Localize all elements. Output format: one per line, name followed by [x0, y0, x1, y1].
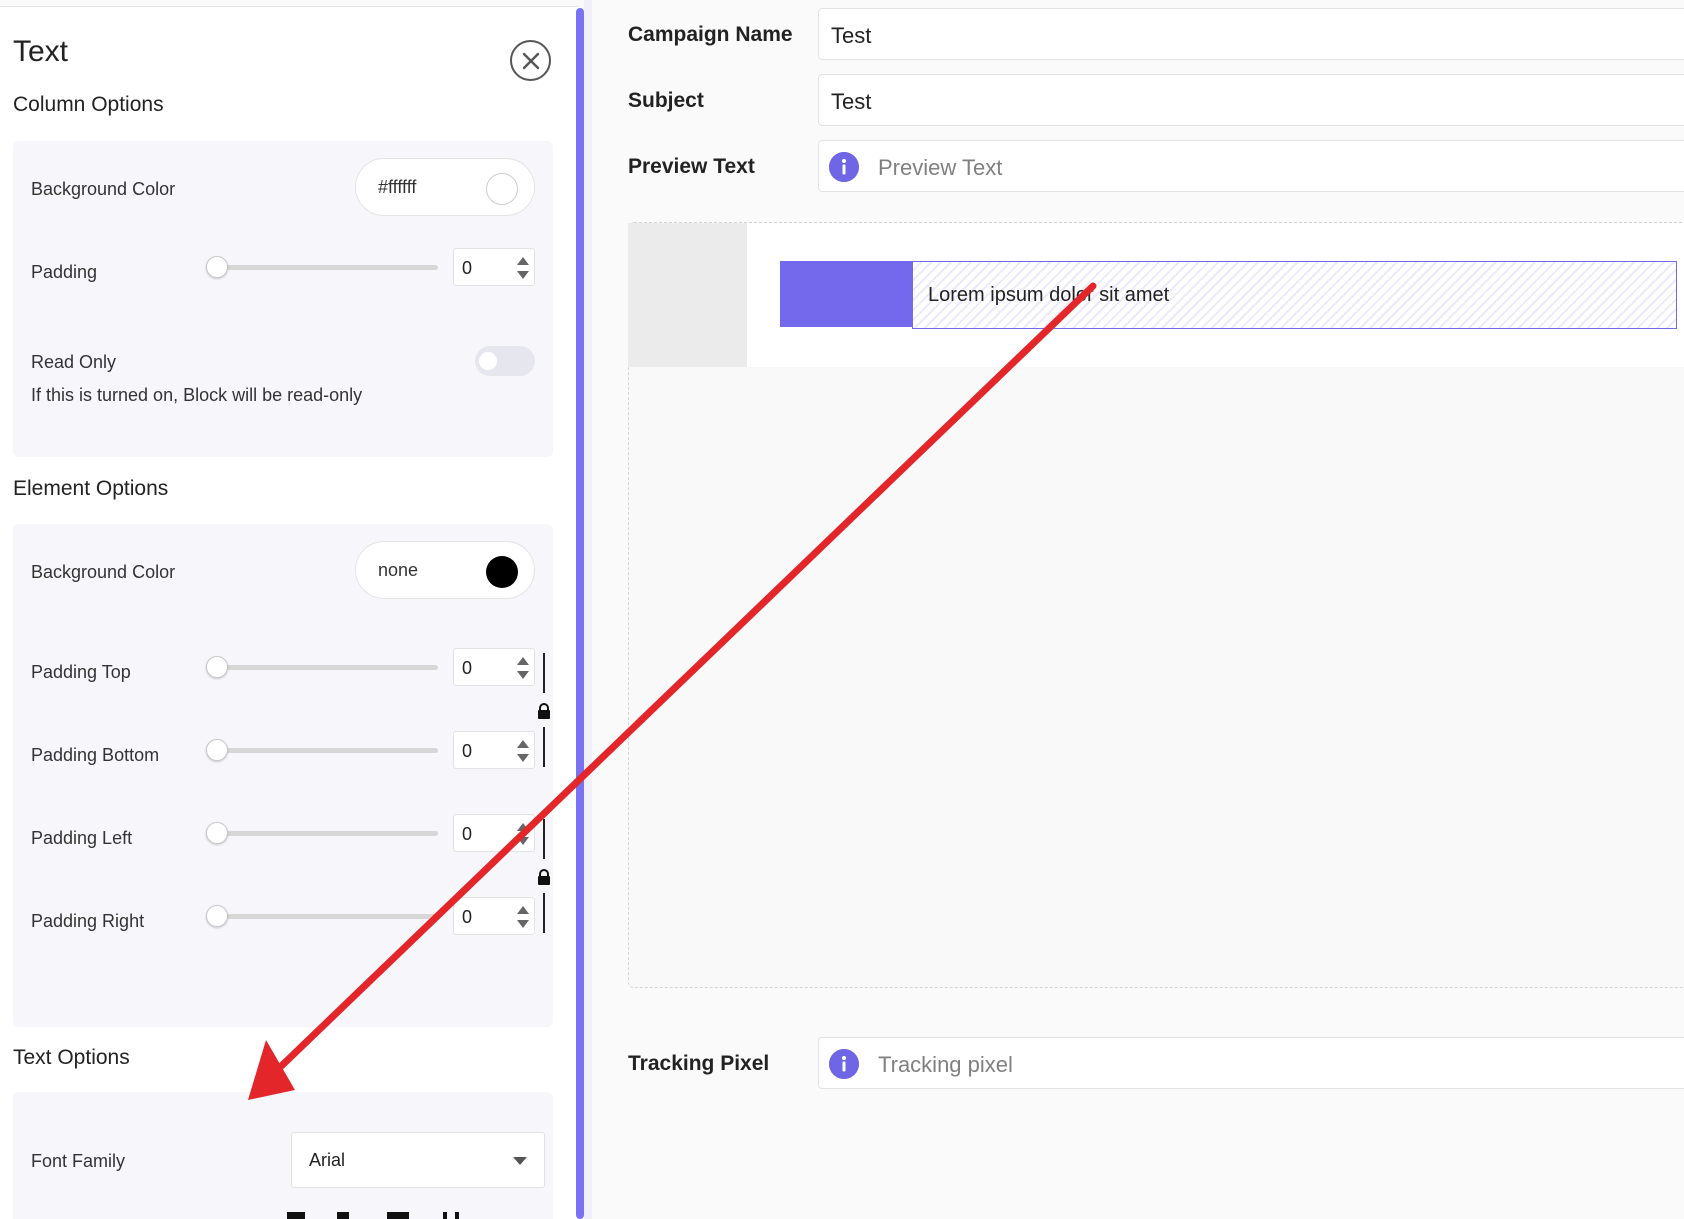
preview-text-placeholder: Preview Text [878, 155, 1003, 180]
column-padding-label: Padding [31, 262, 98, 282]
element-options-title: Element Options [13, 477, 169, 500]
subject-value: Test [831, 89, 872, 114]
padding-top-input[interactable]: 0 [453, 648, 535, 686]
element-bg-color-value: none [378, 560, 419, 580]
element-options-card: Background Color none Padding Top 0 Padd… [13, 524, 553, 1027]
spinner-arrows-icon[interactable] [516, 904, 530, 930]
element-selection-handle[interactable] [780, 261, 912, 327]
padding-right-value: 0 [462, 907, 473, 927]
campaign-name-label: Campaign Name [628, 23, 793, 46]
column-bg-color-value: #ffffff [378, 177, 417, 197]
strikethrough-icon [387, 1212, 409, 1219]
padding-top-slider[interactable] [206, 656, 438, 678]
panel-resize-handle[interactable] [576, 8, 584, 1219]
subject-label: Subject [628, 89, 704, 112]
slider-thumb[interactable] [206, 256, 228, 278]
text-format-toolbar [287, 1212, 459, 1219]
panel-title: Text [13, 35, 69, 68]
slider-track [206, 914, 438, 919]
slider-track [206, 748, 438, 753]
preview-text-input[interactable]: Preview Text [818, 140, 1684, 192]
tracking-pixel-input[interactable]: Tracking pixel [818, 1037, 1684, 1089]
padding-bottom-slider[interactable] [206, 739, 438, 761]
text-block-content: Lorem ipsum dolor sit amet [928, 284, 1170, 306]
subject-input[interactable]: Test [818, 74, 1684, 126]
lock-icon[interactable] [536, 869, 552, 885]
padding-top-value: 0 [462, 658, 473, 678]
read-only-toggle[interactable] [475, 346, 535, 376]
link-line [543, 727, 545, 767]
font-family-select[interactable]: Arial [291, 1132, 545, 1188]
slider-thumb[interactable] [206, 905, 228, 927]
slider-track [206, 665, 438, 670]
read-only-hint: If this is turned on, Block will be read… [31, 385, 363, 405]
campaign-name-input[interactable]: Test [818, 8, 1684, 60]
selected-text-block[interactable]: Lorem ipsum dolor sit amet [912, 261, 1677, 329]
slider-thumb[interactable] [206, 656, 228, 678]
empty-column[interactable] [628, 223, 747, 367]
panel-divider-shade [584, 0, 592, 1219]
column-bg-color-picker[interactable]: #ffffff [355, 158, 535, 216]
bold-icon [287, 1212, 305, 1219]
read-only-label: Read Only [31, 352, 117, 372]
column-bg-color-swatch[interactable] [486, 173, 518, 205]
link-line [543, 819, 545, 859]
font-family-value: Arial [309, 1150, 346, 1170]
element-bg-color-label: Background Color [31, 562, 176, 582]
underline-icon [443, 1212, 447, 1219]
slider-track [206, 831, 438, 836]
padding-bottom-input[interactable]: 0 [453, 731, 535, 769]
campaign-name-value: Test [831, 23, 872, 48]
close-icon [522, 52, 539, 69]
padding-bottom-value: 0 [462, 741, 473, 761]
element-bg-color-picker[interactable]: none [355, 541, 535, 599]
slider-thumb[interactable] [206, 739, 228, 761]
column-padding-slider[interactable] [206, 256, 438, 278]
editor-screen: Text Column Options Background Color #ff… [0, 0, 1684, 1219]
padding-right-slider[interactable] [206, 905, 438, 927]
column-bg-color-label: Background Color [31, 179, 176, 199]
info-icon [829, 1049, 859, 1079]
padding-right-label: Padding Right [31, 911, 145, 931]
padding-bottom-label: Padding Bottom [31, 745, 160, 765]
spinner-arrows-icon[interactable] [516, 255, 530, 281]
preview-text-label: Preview Text [628, 155, 755, 178]
link-line [543, 893, 545, 933]
link-line [543, 653, 545, 693]
font-family-label: Font Family [31, 1151, 126, 1171]
padding-left-label: Padding Left [31, 828, 133, 848]
italic-icon [337, 1212, 349, 1219]
spinner-arrows-icon[interactable] [516, 738, 530, 764]
padding-right-input[interactable]: 0 [453, 897, 535, 935]
tracking-pixel-label: Tracking Pixel [628, 1052, 770, 1075]
column-padding-value: 0 [462, 258, 473, 278]
text-options-title: Text Options [13, 1046, 130, 1069]
spinner-arrows-icon[interactable] [516, 655, 530, 681]
element-bg-color-swatch[interactable] [486, 556, 518, 588]
toggle-knob [479, 352, 497, 370]
slider-track [206, 265, 438, 270]
settings-panel: Text Column Options Background Color #ff… [0, 6, 578, 1219]
close-button[interactable] [510, 40, 551, 81]
padding-left-value: 0 [462, 824, 473, 844]
chevron-down-icon [513, 1157, 527, 1165]
lock-icon[interactable] [536, 703, 552, 719]
slider-thumb[interactable] [206, 822, 228, 844]
info-icon [829, 152, 859, 182]
column-padding-input[interactable]: 0 [453, 248, 535, 286]
column-options-title: Column Options [13, 93, 164, 116]
padding-left-slider[interactable] [206, 822, 438, 844]
tracking-pixel-placeholder: Tracking pixel [878, 1052, 1013, 1077]
text-options-card: Font Family Arial [13, 1092, 553, 1219]
padding-left-input[interactable]: 0 [453, 814, 535, 852]
underline-icon-part [455, 1212, 459, 1219]
column-options-card: Background Color #ffffff Padding 0 Read … [13, 141, 553, 457]
spinner-arrows-icon[interactable] [516, 821, 530, 847]
padding-top-label: Padding Top [31, 662, 131, 682]
